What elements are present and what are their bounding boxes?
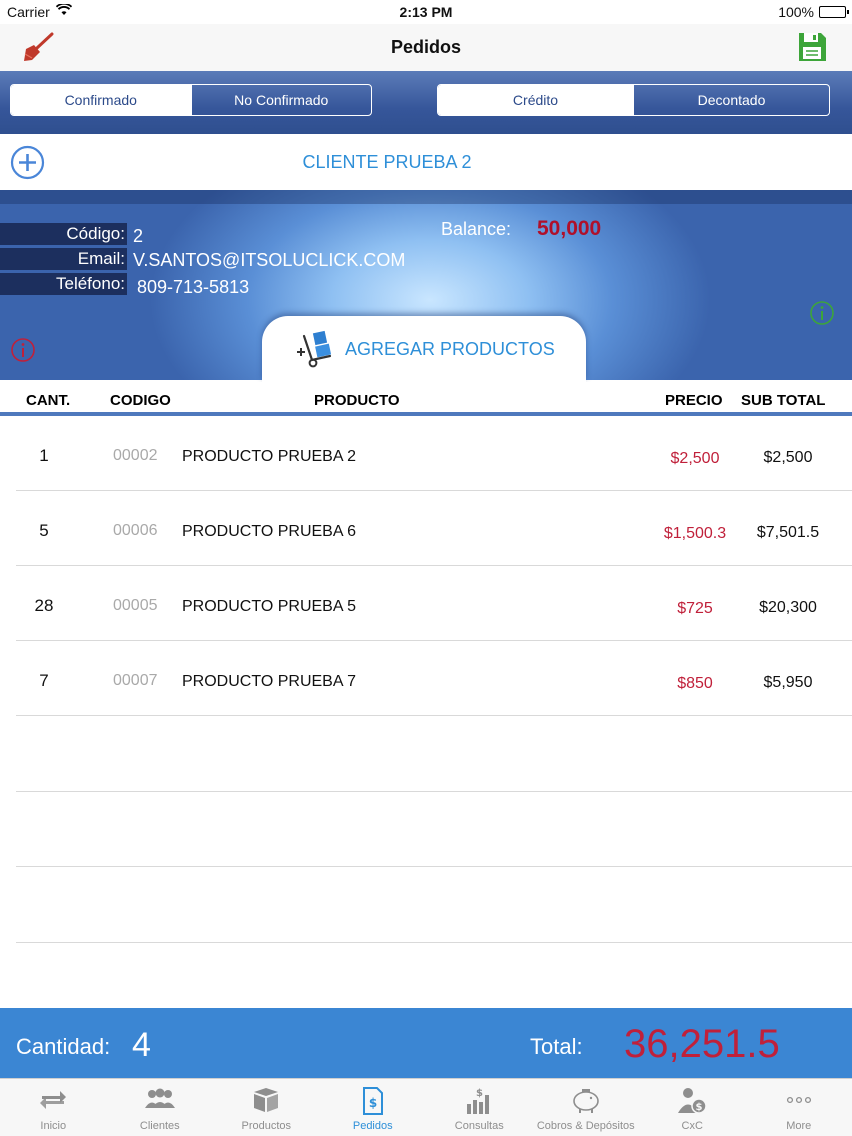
tab-more[interactable]: More bbox=[746, 1079, 852, 1136]
table-row[interactable]: 1 00002 PRODUCTO PRUEBA 2 $2,500 $2,500 bbox=[16, 416, 852, 491]
row-product: PRODUCTO PRUEBA 7 bbox=[182, 673, 356, 690]
swap-arrows-icon bbox=[40, 1091, 67, 1109]
empty-row bbox=[16, 717, 852, 792]
code-label: Código: bbox=[0, 223, 127, 245]
tab-cobros-depositos[interactable]: Cobros & Depósitos bbox=[533, 1079, 640, 1136]
tab-cxc[interactable]: $ CxC bbox=[639, 1079, 746, 1136]
totals-bar: Cantidad: 4 Total: 36,251.5 bbox=[0, 1008, 852, 1078]
invoice-icon: $ bbox=[362, 1087, 383, 1115]
battery-percent: 100% bbox=[778, 4, 814, 20]
tab-label: More bbox=[786, 1120, 812, 1132]
people-icon bbox=[144, 1088, 175, 1108]
row-qty: 1 bbox=[39, 446, 49, 465]
battery-icon bbox=[819, 6, 849, 18]
tab-label: Inicio bbox=[40, 1120, 67, 1132]
column-header-product: PRODUCTO bbox=[314, 392, 400, 409]
table-row[interactable]: 7 00007 PRODUCTO PRUEBA 7 $850 $5,950 bbox=[16, 641, 852, 716]
column-header-qty: CANT. bbox=[26, 392, 71, 409]
tab-label: CxC bbox=[681, 1120, 703, 1132]
segment-no-confirmado[interactable]: No Confirmado bbox=[190, 85, 372, 115]
add-products-label: AGREGAR PRODUCTOS bbox=[345, 339, 555, 359]
table-row[interactable]: 28 00005 PRODUCTO PRUEBA 5 $725 $20,300 bbox=[16, 566, 852, 641]
row-subtotal: $7,501.5 bbox=[756, 524, 820, 541]
tab-label: Clientes bbox=[139, 1120, 180, 1132]
row-product: PRODUCTO PRUEBA 5 bbox=[182, 598, 356, 615]
person-money-icon: $ bbox=[678, 1088, 707, 1114]
empty-row bbox=[16, 868, 852, 943]
row-subtotal: $2,500 bbox=[763, 449, 813, 466]
phone-value: 809-713-5813 bbox=[137, 277, 250, 297]
tab-label: Productos bbox=[241, 1120, 292, 1132]
more-icon bbox=[786, 1096, 811, 1104]
table-header: CANT. CODIGO PRODUCTO PRECIO SUB TOTAL bbox=[0, 382, 852, 416]
email-value: V.SANTOS@ITSOLUCLICK.COM bbox=[133, 250, 406, 270]
clock: 2:13 PM bbox=[399, 4, 453, 20]
status-bar: Carrier 2:13 PM 100% bbox=[0, 0, 852, 24]
tab-label: Cobros & Depósitos bbox=[536, 1120, 635, 1132]
balance-label: Balance: bbox=[441, 219, 512, 239]
row-product: PRODUCTO PRUEBA 6 bbox=[182, 523, 356, 540]
tab-label: Pedidos bbox=[352, 1120, 393, 1132]
segment-confirmado[interactable]: Confirmado bbox=[11, 85, 191, 115]
page-title: Pedidos bbox=[390, 37, 461, 57]
balance-value: 50,000 bbox=[537, 217, 602, 240]
client-name[interactable]: CLIENTE PRUEBA 2 bbox=[0, 152, 774, 173]
segment-credito[interactable]: Crédito bbox=[438, 85, 633, 115]
column-header-code: CODIGO bbox=[110, 392, 171, 409]
client-row: CLIENTE PRUEBA 2 bbox=[0, 134, 852, 190]
table-row[interactable]: 5 00006 PRODUCTO PRUEBA 6 $1,500.3 $7,50… bbox=[16, 491, 852, 566]
info-icon bbox=[810, 301, 834, 325]
total-value: 36,251.5 bbox=[624, 1022, 780, 1066]
info-icon bbox=[11, 338, 35, 362]
row-qty: 7 bbox=[39, 671, 49, 690]
add-products-button[interactable]: AGREGAR PRODUCTOS bbox=[262, 316, 586, 382]
row-code: 00002 bbox=[113, 447, 158, 464]
total-label: Total: bbox=[530, 1034, 583, 1059]
info-button-red[interactable] bbox=[10, 337, 36, 363]
svg-text:$: $ bbox=[369, 1096, 377, 1110]
tab-bar: Inicio Clientes Productos $ Pedidos $ Co… bbox=[0, 1078, 852, 1136]
tab-inicio[interactable]: Inicio bbox=[0, 1079, 107, 1136]
filter-band: Confirmado No Confirmado Crédito Deconta… bbox=[0, 71, 852, 134]
row-code: 00005 bbox=[113, 597, 158, 614]
info-button-green[interactable] bbox=[809, 300, 835, 326]
column-header-subtotal: SUB TOTAL bbox=[741, 392, 826, 409]
column-header-price: PRECIO bbox=[665, 392, 723, 409]
payment-segmented-control: Crédito Decontado bbox=[437, 84, 830, 116]
save-icon bbox=[799, 33, 826, 61]
tab-label: Consultas bbox=[454, 1120, 504, 1132]
row-code: 00006 bbox=[113, 522, 158, 539]
tab-productos[interactable]: Productos bbox=[213, 1079, 320, 1136]
svg-text:$: $ bbox=[696, 1102, 703, 1113]
tab-consultas[interactable]: $ Consultas bbox=[426, 1079, 533, 1136]
piggy-bank-icon bbox=[572, 1089, 599, 1113]
tab-pedidos[interactable]: $ Pedidos bbox=[320, 1079, 427, 1136]
row-subtotal: $20,300 bbox=[759, 599, 817, 616]
row-code: 00007 bbox=[113, 672, 158, 689]
empty-row bbox=[16, 792, 852, 867]
chart-icon: $ bbox=[467, 1088, 490, 1114]
tab-clientes[interactable]: Clientes bbox=[107, 1079, 214, 1136]
confirmation-segmented-control: Confirmado No Confirmado bbox=[10, 84, 372, 116]
quantity-label: Cantidad: bbox=[16, 1034, 111, 1059]
hand-truck-icon bbox=[297, 330, 332, 368]
row-qty: 28 bbox=[34, 596, 54, 615]
code-value: 2 bbox=[133, 226, 144, 246]
row-subtotal: $5,950 bbox=[763, 674, 813, 691]
nav-bar: Pedidos bbox=[0, 24, 852, 71]
email-label: Email: bbox=[0, 248, 127, 270]
save-button[interactable] bbox=[796, 30, 828, 64]
quantity-value: 4 bbox=[132, 1026, 151, 1064]
row-qty: 5 bbox=[39, 521, 49, 540]
row-product: PRODUCTO PRUEBA 2 bbox=[182, 448, 356, 465]
svg-text:$: $ bbox=[476, 1088, 483, 1099]
phone-label: Teléfono: bbox=[0, 273, 127, 295]
boxes-icon bbox=[254, 1088, 279, 1112]
segment-decontado[interactable]: Decontado bbox=[633, 85, 829, 115]
